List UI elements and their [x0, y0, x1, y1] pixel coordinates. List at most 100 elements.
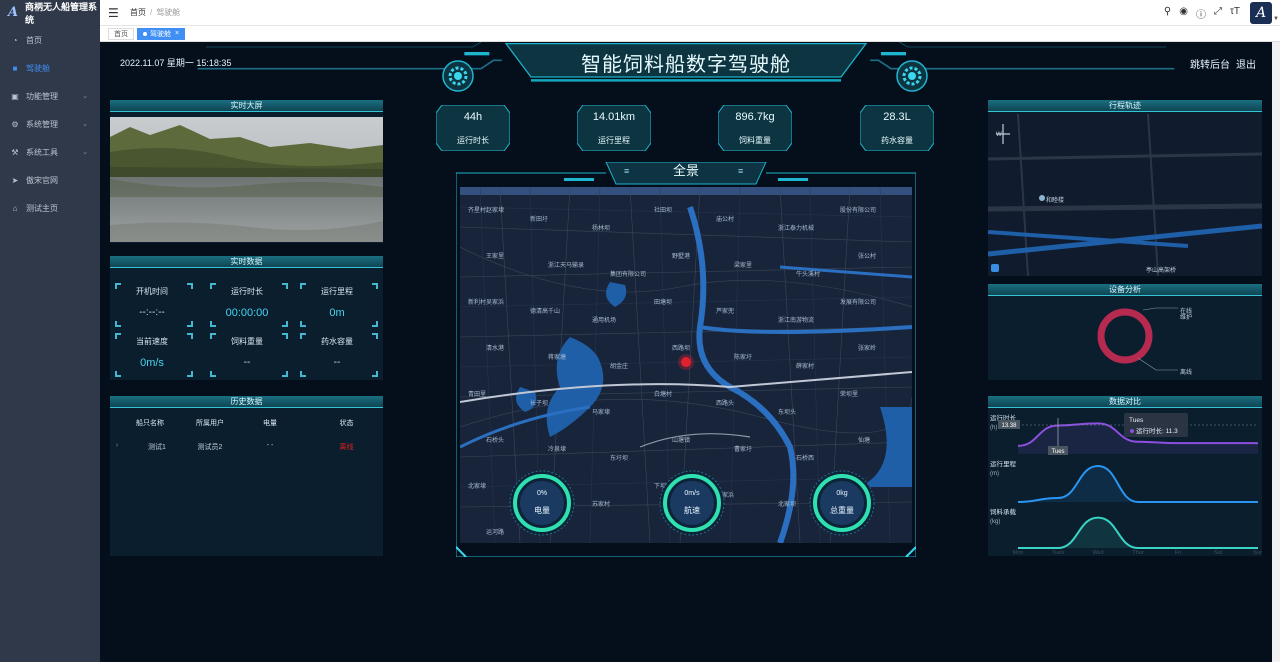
header-links: 跳转后台 退出 [1190, 56, 1256, 71]
sidebar-item-1[interactable]: ■ 驾驶舱 [0, 54, 100, 82]
realtime-panel: 实时数据 开机时间 --:--:-- 运行时长 00:00:00 运行里程 0m 当前速度 0… [110, 256, 383, 380]
series-line[interactable] [1017, 464, 1258, 503]
font-size-icon[interactable]: τT [1230, 6, 1240, 21]
topbar-icons: ⚲ ◉ ⓘ ⤢ τT [1164, 6, 1240, 21]
legend-fault: 维护 [1180, 315, 1193, 321]
tag-home[interactable]: 首页 [108, 27, 134, 40]
place-label: 亭山高架桥 [1146, 268, 1177, 274]
search-icon[interactable]: ⚲ [1164, 6, 1171, 21]
x-tick-label: Thur [1132, 550, 1143, 556]
map-place-label: 齐星村赵家埭 [468, 208, 505, 214]
app-name: 商柄无人船管理系统 [24, 2, 97, 25]
map-place-label: 北家埭 [468, 484, 487, 490]
backend-link[interactable]: 跳转后台 [1190, 56, 1230, 71]
function-icon: ▣ [11, 91, 19, 101]
close-icon[interactable]: × [175, 30, 179, 37]
exit-link[interactable]: 退出 [1236, 56, 1256, 71]
map-menu-icon[interactable]: ≡ [624, 166, 629, 176]
panel-title: 行程轨迹 [988, 100, 1262, 112]
map-place-label: 石桥头 [486, 438, 505, 444]
map-place-label: 东圩坝 [610, 456, 629, 462]
map-place-label: 清水港 [486, 346, 505, 352]
series-line[interactable] [1018, 516, 1258, 549]
map-place-label: 张公村 [858, 254, 877, 260]
sidebar-item-0[interactable]: ◔ 首页 [0, 26, 100, 54]
help-icon[interactable]: ⓘ [1196, 6, 1206, 21]
map-place-label: 冷泉埭 [548, 447, 567, 453]
topbar: ☰ 首页 / 驾驶舱 ⚲ ◉ ⓘ ⤢ τT A ▼ [100, 0, 1280, 26]
frame-corner [187, 321, 193, 327]
chevron-down-icon: ⌄ [82, 121, 88, 128]
stat-value: 896.7kg [735, 111, 775, 123]
donut-slice-offline[interactable] [1097, 308, 1153, 364]
frame-corner [187, 333, 193, 339]
breadcrumb: 首页 / 驾驶舱 [130, 7, 180, 18]
live-camera-view[interactable] [110, 117, 383, 242]
sidebar-item-6[interactable]: ⌂ 测试主页 [0, 194, 100, 222]
x-tick-label: Tues [1052, 550, 1064, 556]
hamburger-icon[interactable]: ☰ [108, 6, 122, 20]
stat-value: 28.3L [883, 111, 911, 123]
sidebar-item-label: 功能管理 [26, 91, 58, 101]
map-place-label: 青田里 [468, 392, 487, 398]
table-row[interactable]: › 测试1 测试员2 - - 离线 [110, 442, 383, 452]
frame-corner [300, 371, 306, 377]
device-donut-chart[interactable] [988, 298, 1262, 380]
stat-label: 饲料重量 [739, 136, 771, 145]
frame-corner [187, 283, 193, 289]
sidebar-item-2[interactable]: ▣ 功能管理 ⌄ [0, 82, 100, 110]
tooltip-title: Tues [1129, 417, 1144, 424]
map-place-label: 运河路 [486, 530, 505, 536]
map-place-label: 浙江泰力机械 [778, 226, 815, 232]
sidebar-item-3[interactable]: ⚙ 系统管理 ⌄ [0, 110, 100, 138]
map-menu-icon[interactable]: ≡ [738, 166, 743, 176]
gear-icon [442, 60, 474, 92]
gauge: 0m/s 航速 [658, 469, 726, 537]
map-place-label: 仙塘 [858, 438, 871, 444]
avatar-caret-icon[interactable]: ▼ [1273, 16, 1279, 22]
expand-icon[interactable]: › [110, 442, 124, 452]
tag-label: 驾驶舱 [150, 30, 171, 38]
frame-corner [372, 283, 378, 289]
gauge: 0% 电量 [508, 469, 576, 537]
map-place-label: 东坝头 [778, 410, 797, 416]
breadcrumb-home[interactable]: 首页 [130, 8, 146, 17]
trajectory-map[interactable] [988, 114, 1262, 276]
stat-box: 896.7kg 饲料重量 [718, 105, 792, 151]
realtime-label: 饲料重量 [231, 337, 263, 346]
compare-chart[interactable]: 运行时长(h)运行里程(m)饲料承载(kg)Mon Tues Wed Thur Fri S… [988, 410, 1262, 556]
legend-offline: 离线 [1180, 370, 1193, 376]
github-icon[interactable]: ◉ [1179, 6, 1188, 21]
map-place-label: 山塘镇 [672, 438, 691, 444]
frame-corner [282, 283, 288, 289]
map-place-label: 新田圩 [530, 217, 549, 223]
panel-title: 数据对比 [988, 396, 1262, 408]
frame-corner [210, 333, 216, 339]
fullscreen-icon[interactable]: ⤢ [1214, 6, 1222, 21]
history-panel: 历史数据 船只名称 所属用户 电量 状态 › 测试1 测试员2 - - 离线 [110, 396, 383, 556]
stat-label: 药水容量 [881, 136, 913, 145]
scrollbar[interactable] [1272, 42, 1280, 662]
realtime-label: 药水容量 [321, 337, 353, 346]
page-title: 智能饲料船数字驾驶舱 [581, 54, 791, 76]
trajectory-panel: 行程轨迹 W 和睦楼 亭山高架桥 [988, 100, 1262, 276]
avatar[interactable]: A [1250, 2, 1272, 24]
cell-power: - - [266, 442, 274, 449]
tag-cockpit[interactable]: 驾驶舱 × [137, 27, 186, 40]
gauge-ring [809, 470, 875, 536]
map-place-label: 西路坝 [672, 346, 691, 352]
sidebar-item-5[interactable]: ➤ 傲宋官网 [0, 166, 100, 194]
map-panel: 全景 ≡ ≡ 齐星村赵家埭 新田圩 杨林坝 社田坝 庙公村 浙江泰力机械 股份有… [456, 162, 916, 557]
map-logo-icon [991, 264, 999, 272]
series-unit: (kg) [990, 519, 1000, 525]
map-place-label: 社田坝 [654, 208, 673, 214]
frame-corner [210, 283, 216, 289]
map-place-label: 苏家村 [592, 502, 611, 508]
map-place-label: 胡金庄 [610, 364, 629, 370]
gauge-ring [509, 470, 575, 536]
chevron-down-icon: ⌄ [82, 93, 88, 100]
brand[interactable]: A 商柄无人船管理系统 [0, 0, 100, 26]
sidebar-item-label: 首页 [26, 35, 42, 45]
col-ship-name: 船只名称 [136, 420, 164, 427]
sidebar-item-4[interactable]: ⚒ 系统工具 ⌄ [0, 138, 100, 166]
